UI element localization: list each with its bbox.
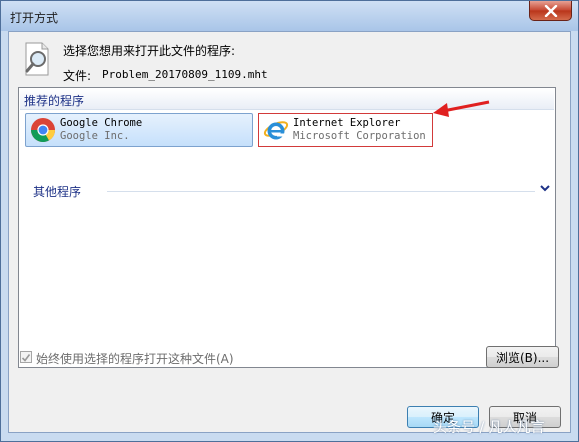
other-programs-label: 其他程序 — [33, 185, 82, 199]
program-item-ie[interactable]: Internet Explorer Microsoft Corporation — [258, 113, 433, 147]
always-use-label: 始终使用选择的程序打开这种文件(A) — [36, 352, 234, 366]
window-title: 打开方式 — [10, 11, 59, 25]
browse-button[interactable]: 浏览(B)... — [486, 346, 559, 368]
always-use-checkbox[interactable] — [20, 351, 32, 363]
section-divider — [107, 191, 535, 192]
close-button[interactable] — [529, 1, 572, 21]
title-bar[interactable]: 打开方式 — [1, 1, 578, 31]
chrome-icon — [30, 118, 55, 143]
checkmark-icon — [21, 354, 31, 362]
chevron-down-icon[interactable] — [540, 185, 550, 193]
file-label: 文件: — [63, 69, 92, 83]
dialog-body: 选择您想用来打开此文件的程序: 文件: Problem_20170809_110… — [8, 31, 571, 433]
ie-icon — [263, 121, 289, 140]
open-with-dialog: 打开方式 选择您想用来打开此文件的程序: 文件: Problem_2017080… — [0, 0, 579, 442]
watermark-text: 头条号 / 凡人凡言 — [433, 420, 545, 436]
program-name: Internet Explorer — [293, 117, 401, 129]
recommended-label: 推荐的程序 — [24, 94, 85, 108]
prompt-text: 选择您想用来打开此文件的程序: — [63, 44, 236, 58]
annotation-arrow-icon — [433, 100, 490, 117]
program-company: Microsoft Corporation — [293, 130, 426, 142]
program-item-chrome[interactable]: Google Chrome Google Inc. — [25, 113, 253, 147]
program-name: Google Chrome — [60, 117, 143, 129]
program-list[interactable]: 推荐的程序 Google Chrome Google Inc. Internet… — [18, 87, 556, 368]
file-name: Problem_20170809_1109.mht — [102, 68, 268, 81]
file-search-icon — [25, 42, 49, 76]
other-programs-section[interactable]: 其他程序 — [20, 182, 554, 200]
program-company: Google Inc. — [60, 130, 130, 142]
close-icon — [544, 5, 558, 17]
